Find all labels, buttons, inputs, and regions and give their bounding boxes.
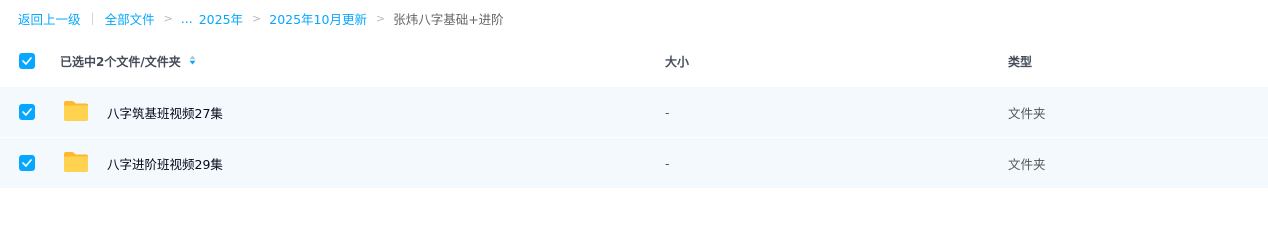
selection-count-header[interactable]: 已选中2个文件/文件夹 xyxy=(60,53,196,70)
check-icon xyxy=(22,108,32,116)
file-name[interactable]: 八字进阶班视频29集 xyxy=(107,154,223,173)
breadcrumb-item-ellipsis[interactable]: ... xyxy=(181,11,193,26)
file-type: 文件夹 xyxy=(1008,156,1046,172)
check-icon xyxy=(22,159,32,167)
breadcrumb-item-2025[interactable]: 2025年 xyxy=(199,9,243,28)
row-checkbox[interactable] xyxy=(19,155,35,171)
select-all-checkbox[interactable] xyxy=(19,53,35,69)
breadcrumb: 返回上一级 | 全部文件 > ... 2025年 > 2025年10月更新 > … xyxy=(18,8,504,28)
file-name[interactable]: 八字筑基班视频27集 xyxy=(107,103,223,122)
folder-icon xyxy=(64,152,88,172)
folder-icon xyxy=(64,101,88,121)
file-type: 文件夹 xyxy=(1008,105,1046,121)
breadcrumb-item-2025-october[interactable]: 2025年10月更新 xyxy=(269,9,367,28)
table-row[interactable]: 八字进阶班视频29集 - 文件夹 xyxy=(0,138,1268,188)
breadcrumb-divider: | xyxy=(90,11,95,25)
row-checkbox[interactable] xyxy=(19,104,35,120)
sort-icon[interactable] xyxy=(189,54,196,68)
back-link[interactable]: 返回上一级 xyxy=(18,9,81,28)
breadcrumb-current: 张炜八字基础+进阶 xyxy=(393,11,504,27)
type-column-header[interactable]: 类型 xyxy=(1008,53,1032,70)
chevron-right-icon: > xyxy=(252,11,262,25)
chevron-right-icon: > xyxy=(163,11,173,25)
table-row[interactable]: 八字筑基班视频27集 - 文件夹 xyxy=(0,87,1268,137)
size-column-header[interactable]: 大小 xyxy=(665,53,689,70)
chevron-right-icon: > xyxy=(375,11,386,25)
table-header: 已选中2个文件/文件夹 大小 类型 xyxy=(0,36,1268,86)
selection-count-label: 已选中2个文件/文件夹 xyxy=(60,54,181,69)
file-size: - xyxy=(665,104,670,120)
file-size: - xyxy=(665,155,670,171)
breadcrumb-item-all-files[interactable]: 全部文件 xyxy=(105,9,155,28)
check-icon xyxy=(22,57,32,65)
